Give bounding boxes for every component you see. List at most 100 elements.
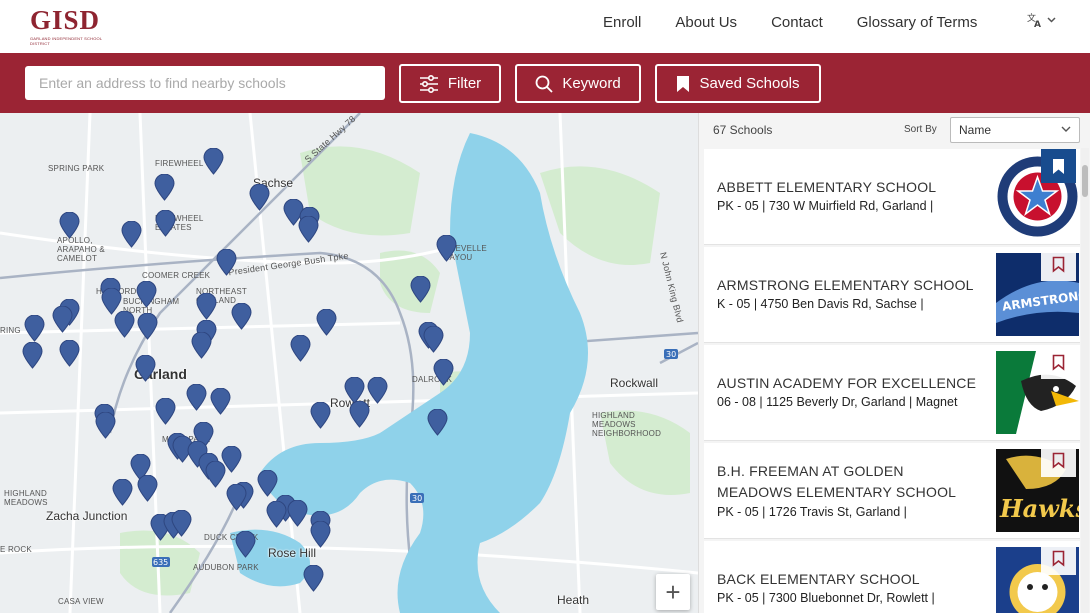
school-map-pin[interactable] [231,303,252,330]
save-school-button[interactable] [1041,443,1076,477]
school-map-pin[interactable] [112,479,133,506]
school-map-pin[interactable] [266,501,287,528]
logo-text: GISD [30,5,101,35]
save-school-button[interactable] [1041,247,1076,281]
school-map-pin[interactable] [52,306,73,333]
address-search-input[interactable] [25,66,385,100]
map-label-coomer-creek: COOMER CREEK [142,271,211,280]
school-map-pin[interactable] [210,388,231,415]
save-school-button[interactable] [1041,541,1076,575]
school-map-pin[interactable] [367,377,388,404]
school-map-pin[interactable] [433,359,454,386]
language-selector[interactable]: 文A [1027,12,1056,28]
school-name[interactable]: BACK ELEMENTARY SCHOOL [717,569,920,590]
map-city-rose-hill: Rose Hill [268,546,317,560]
bookmark-outline-icon [1052,256,1065,273]
school-map-pin[interactable] [171,510,192,537]
map-label-audubon-park: AUDUBON PARK [193,563,259,572]
school-map-pin[interactable] [95,412,116,439]
school-map-pin[interactable] [290,335,311,362]
school-map-pin[interactable] [121,221,142,248]
school-map-pin[interactable] [203,148,224,175]
school-map-pin[interactable] [59,212,80,239]
school-map-pin[interactable] [135,355,156,382]
nav-links: Enroll About Us Contact Glossary of Term… [603,14,1011,31]
school-map-pin[interactable] [303,565,324,592]
school-name[interactable]: B.H. FREEMAN at GOLDEN MEADOWS ELEMENTAR… [717,461,977,503]
nav-about-us[interactable]: About Us [675,14,737,31]
translate-icon: 文A [1027,12,1041,28]
school-map-pin[interactable] [287,500,308,527]
school-map-pin[interactable] [137,475,158,502]
bookmark-filled-icon [1053,158,1064,174]
nav-contact[interactable]: Contact [771,14,823,31]
school-info: 06 - 08 | 1125 Beverly Dr, Garland | Mag… [717,395,958,409]
school-name[interactable]: ABBETT ELEMENTARY SCHOOL [717,177,936,198]
school-name[interactable]: AUSTIN ACADEMY FOR EXCELLENCE [717,373,976,394]
map-label-highland-meadows: HIGHLAND MEADOWS [4,489,48,507]
school-map-pin[interactable] [155,210,176,237]
school-map-pin[interactable] [436,235,457,262]
results-scrollbar[interactable] [1081,148,1089,613]
school-map-pin[interactable] [216,249,237,276]
school-card[interactable]: AUSTIN ACADEMY FOR EXCELLENCE 06 - 08 | … [704,345,1080,441]
school-map-pin[interactable] [427,409,448,436]
school-card[interactable]: ARMSTRONG ELEMENTARY SCHOOL K - 05 | 475… [704,247,1080,343]
keyword-button[interactable]: Keyword [515,64,641,103]
saved-schools-button[interactable]: Saved Schools [655,64,821,103]
map-label-apollo: APOLLO, ARAPAHO & CAMELOT [57,236,105,263]
school-map[interactable]: 30 30 635 FIREWHEEL SPRING PARK FIREWHEE… [0,113,698,613]
school-map-pin[interactable] [24,315,45,342]
school-card[interactable]: B.H. FREEMAN at GOLDEN MEADOWS ELEMENTAR… [704,443,1080,539]
school-map-pin[interactable] [226,484,247,511]
school-map-pin[interactable] [59,340,80,367]
gisd-logo[interactable]: GISD GARLAND INDEPENDENT SCHOOL DISTRICT [30,5,110,46]
map-label-firewheel: FIREWHEEL [155,159,204,168]
save-school-button[interactable] [1041,149,1076,183]
school-card[interactable]: ABBETT ELEMENTARY SCHOOL PK - 05 | 730 W… [704,149,1080,245]
school-map-pin[interactable] [235,531,256,558]
school-info: PK - 05 | 7300 Bluebonnet Dr, Rowlett | [717,591,935,605]
school-map-pin[interactable] [298,216,319,243]
search-toolbar: Filter Keyword Saved Schools [0,53,1090,113]
school-map-pin[interactable] [310,521,331,548]
school-map-pin[interactable] [410,276,431,303]
school-map-pin[interactable] [349,401,370,428]
sort-select[interactable]: Name [950,117,1080,143]
school-count: 67 Schools [713,123,773,137]
school-map-pin[interactable] [186,384,207,411]
nav-glossary[interactable]: Glossary of Terms [857,14,978,31]
nav-enroll[interactable]: Enroll [603,14,641,31]
school-map-pin[interactable] [155,398,176,425]
school-map-pin[interactable] [249,184,270,211]
school-map-pin[interactable] [196,293,217,320]
filter-label: Filter [447,75,482,92]
results-scroll-thumb[interactable] [1082,165,1088,197]
school-map-pin[interactable] [191,332,212,359]
school-name[interactable]: ARMSTRONG ELEMENTARY SCHOOL [717,275,974,296]
bookmark-outline-icon [1052,452,1065,469]
school-map-pin[interactable] [136,281,157,308]
school-map-pin[interactable] [257,470,278,497]
school-map-pin[interactable] [154,174,175,201]
school-map-pin[interactable] [344,377,365,404]
thumb-hawks-text: Hawks [999,494,1079,523]
bookmark-outline-icon [1052,354,1065,371]
map-label-e-rock: E ROCK [0,545,32,554]
school-map-pin[interactable] [310,402,331,429]
school-card[interactable]: BACK ELEMENTARY SCHOOL PK - 05 | 7300 Bl… [704,541,1080,613]
school-info: PK - 05 | 1726 Travis St, Garland | [717,505,907,519]
map-base: 30 30 635 [0,113,698,613]
saved-schools-label: Saved Schools [699,75,800,92]
filter-button[interactable]: Filter [399,64,501,103]
top-navigation: GISD GARLAND INDEPENDENT SCHOOL DISTRICT… [0,0,1090,53]
school-map-pin[interactable] [114,311,135,338]
school-info: PK - 05 | 730 W Muirfield Rd, Garland | [717,199,934,213]
school-map-pin[interactable] [316,309,337,336]
zoom-in-button[interactable]: + [656,574,690,610]
school-map-pin[interactable] [22,342,43,369]
school-map-pin[interactable] [137,313,158,340]
school-map-pin[interactable] [205,461,226,488]
save-school-button[interactable] [1041,345,1076,379]
school-map-pin[interactable] [423,326,444,353]
